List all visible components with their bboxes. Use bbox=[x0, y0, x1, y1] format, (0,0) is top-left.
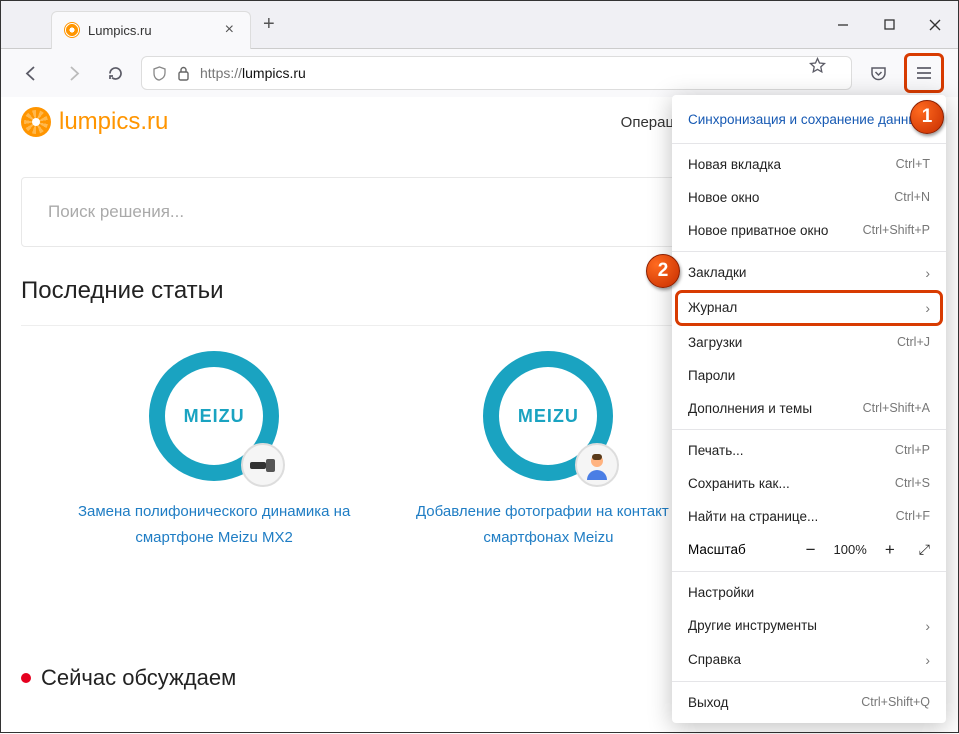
shield-icon bbox=[152, 66, 167, 81]
forward-icon bbox=[65, 65, 82, 82]
menu-passwords[interactable]: Пароли bbox=[672, 359, 946, 392]
close-icon bbox=[929, 19, 941, 31]
star-icon[interactable] bbox=[809, 57, 841, 89]
menu-history[interactable]: Журнал › bbox=[676, 291, 942, 325]
maximize-icon bbox=[884, 19, 895, 30]
chevron-right-icon: › bbox=[925, 652, 930, 668]
menu-sync-label: Синхронизация и сохранение данных bbox=[688, 111, 925, 129]
zoom-out-button[interactable]: − bbox=[802, 540, 820, 560]
menu-new-window[interactable]: Новое окно Ctrl+N bbox=[672, 181, 946, 214]
menu-separator bbox=[672, 681, 946, 682]
url-text: https://lumpics.ru bbox=[200, 65, 799, 81]
url-bar[interactable]: https://lumpics.ru bbox=[141, 56, 852, 90]
hamburger-menu-button[interactable] bbox=[908, 57, 940, 89]
close-window-button[interactable] bbox=[912, 9, 958, 41]
menu-more-tools[interactable]: Другие инструменты › bbox=[672, 609, 946, 643]
back-button[interactable] bbox=[15, 57, 47, 89]
tab-title: Lumpics.ru bbox=[88, 23, 213, 38]
app-menu-panel: Синхронизация и сохранение данных Новая … bbox=[672, 95, 946, 723]
menu-button-highlight bbox=[904, 53, 944, 93]
toolbar: https://lumpics.ru bbox=[1, 49, 958, 97]
minimize-button[interactable] bbox=[820, 9, 866, 41]
callout-1: 1 bbox=[910, 100, 944, 134]
article-title: Добавление фотографии на контакт в смарт… bbox=[395, 499, 701, 550]
tab-favicon bbox=[64, 22, 80, 38]
article-card[interactable]: MEIZU Добавление фотографии на контакт в… bbox=[395, 351, 701, 627]
site-logo[interactable]: lumpics.ru bbox=[21, 107, 168, 137]
zoom-value: 100% bbox=[834, 542, 867, 557]
back-icon bbox=[23, 65, 40, 82]
menu-sync[interactable]: Синхронизация и сохранение данных bbox=[672, 99, 946, 139]
article-icon: MEIZU bbox=[149, 351, 279, 481]
menu-find[interactable]: Найти на странице... Ctrl+F bbox=[672, 500, 946, 533]
logo-text: lumpics.ru bbox=[59, 108, 168, 136]
hamburger-icon bbox=[916, 66, 932, 80]
menu-help[interactable]: Справка › bbox=[672, 643, 946, 677]
zoom-label: Масштаб bbox=[688, 542, 802, 557]
callout-2: 2 bbox=[646, 254, 680, 288]
menu-settings[interactable]: Настройки bbox=[672, 576, 946, 609]
titlebar: Lumpics.ru × + bbox=[1, 1, 958, 49]
lock-icon bbox=[177, 66, 190, 81]
menu-new-tab[interactable]: Новая вкладка Ctrl+T bbox=[672, 148, 946, 181]
maximize-button[interactable] bbox=[866, 9, 912, 41]
menu-zoom: Масштаб − 100% + ⤢ bbox=[672, 533, 946, 567]
browser-tab[interactable]: Lumpics.ru × bbox=[51, 11, 251, 49]
speaker-icon bbox=[241, 443, 285, 487]
tab-close-icon[interactable]: × bbox=[221, 21, 238, 39]
chevron-right-icon: › bbox=[925, 300, 930, 316]
chevron-right-icon: › bbox=[925, 265, 930, 281]
avatar-icon bbox=[575, 443, 619, 487]
menu-new-private[interactable]: Новое приватное окно Ctrl+Shift+P bbox=[672, 214, 946, 247]
zoom-in-button[interactable]: + bbox=[881, 540, 899, 560]
menu-separator bbox=[672, 143, 946, 144]
menu-print[interactable]: Печать... Ctrl+P bbox=[672, 434, 946, 467]
minimize-icon bbox=[837, 19, 849, 31]
logo-icon bbox=[21, 107, 51, 137]
menu-separator bbox=[672, 251, 946, 252]
article-card[interactable]: MEIZU Замена полифонического динамика на… bbox=[61, 351, 367, 627]
menu-exit[interactable]: Выход Ctrl+Shift+Q bbox=[672, 686, 946, 719]
pocket-button[interactable] bbox=[862, 57, 894, 89]
article-icon: MEIZU bbox=[483, 351, 613, 481]
reload-button[interactable] bbox=[99, 57, 131, 89]
chevron-right-icon: › bbox=[925, 618, 930, 634]
reload-icon bbox=[107, 65, 124, 82]
menu-separator bbox=[672, 571, 946, 572]
discuss-text: Сейчас обсуждаем bbox=[41, 665, 236, 691]
fullscreen-button[interactable]: ⤢ bbox=[919, 541, 930, 558]
menu-downloads[interactable]: Загрузки Ctrl+J bbox=[672, 326, 946, 359]
article-title: Замена полифонического динамика на смарт… bbox=[61, 499, 367, 550]
window-controls bbox=[820, 9, 958, 41]
forward-button bbox=[57, 57, 89, 89]
menu-addons[interactable]: Дополнения и темы Ctrl+Shift+A bbox=[672, 392, 946, 425]
bullet-icon bbox=[21, 673, 31, 683]
menu-bookmarks[interactable]: Закладки › bbox=[672, 256, 946, 290]
menu-separator bbox=[672, 429, 946, 430]
pocket-icon bbox=[870, 65, 887, 82]
new-tab-button[interactable]: + bbox=[251, 13, 287, 36]
menu-save-as[interactable]: Сохранить как... Ctrl+S bbox=[672, 467, 946, 500]
